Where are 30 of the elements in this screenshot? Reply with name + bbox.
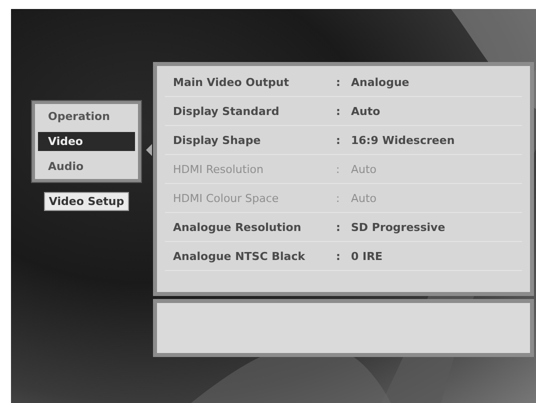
setting-label: HDMI Colour Space <box>173 192 280 204</box>
setting-value: SD Progressive <box>351 220 446 234</box>
menu-item[interactable]: Audio <box>38 157 135 176</box>
setting-label: Display Shape <box>173 134 262 146</box>
setting-value: Analogue <box>351 76 410 88</box>
separator: : <box>336 250 342 262</box>
setting-row[interactable]: Main Video Output : Analogue <box>165 68 522 97</box>
setting-row[interactable]: Analogue NTSC Black : 0 IRE <box>165 242 522 271</box>
setting-label: Main Video Output <box>173 76 290 88</box>
setting-row[interactable]: Analogue Resolution : SD Progressive <box>165 213 522 242</box>
setting-row[interactable]: Display Standard : Auto <box>165 97 522 126</box>
separator: : <box>336 104 342 118</box>
setting-value: Auto <box>351 192 377 204</box>
separator: : <box>336 134 342 146</box>
section-label: Video Setup <box>44 192 130 211</box>
setting-label: Analogue NTSC Black <box>173 250 306 262</box>
setting-label: HDMI Resolution <box>173 162 264 176</box>
setting-value: 0 IRE <box>351 250 383 262</box>
setting-value: 16:9 Widescreen <box>351 134 455 146</box>
setting-row[interactable]: Display Shape : 16:9 Widescreen <box>165 126 522 155</box>
separator: : <box>336 220 342 234</box>
menu-item[interactable]: Operation <box>38 107 135 126</box>
menu-item[interactable]: Video <box>38 132 135 151</box>
separator: : <box>336 76 342 88</box>
setting-value: Auto <box>351 162 377 176</box>
separator: : <box>336 162 341 176</box>
setting-label: Display Standard <box>173 104 280 118</box>
setting-value: Auto <box>351 104 380 118</box>
setting-label: Analogue Resolution <box>173 220 302 234</box>
separator: : <box>336 192 341 204</box>
